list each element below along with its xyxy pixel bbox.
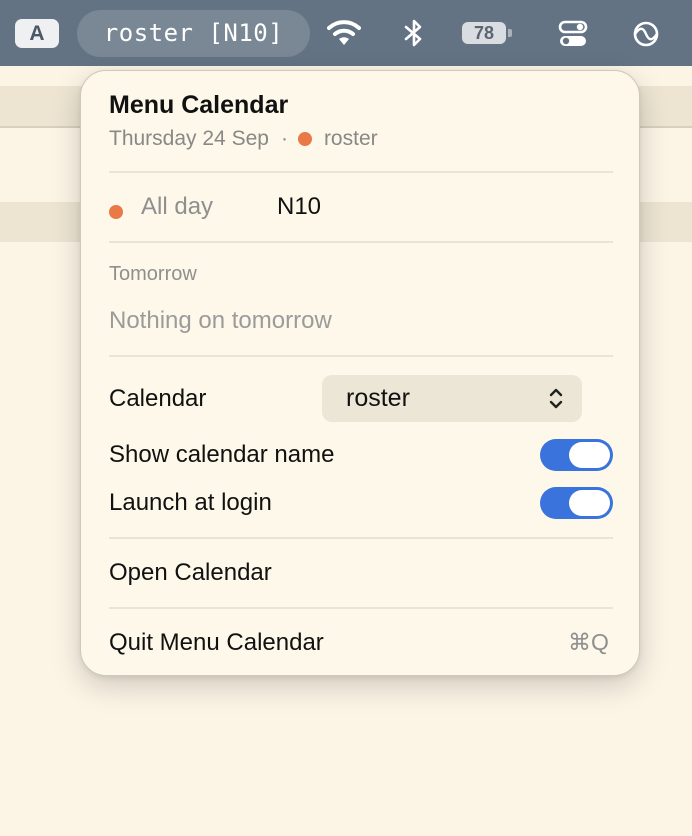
- show-calendar-name-label: Show calendar name: [109, 441, 335, 468]
- tomorrow-heading: Tomorrow: [109, 263, 197, 285]
- sync-icon[interactable]: [631, 19, 661, 54]
- current-date: Thursday 24 Sep: [109, 127, 269, 150]
- calendar-select[interactable]: roster: [322, 375, 582, 422]
- calendar-label: Calendar: [109, 385, 207, 412]
- chevron-up-down-icon: [548, 386, 564, 416]
- divider: [109, 171, 613, 173]
- event-color-dot: [109, 205, 123, 219]
- wifi-icon[interactable]: [327, 18, 361, 53]
- control-center-icon[interactable]: [558, 20, 588, 53]
- tomorrow-empty-text: Nothing on tomorrow: [109, 307, 332, 334]
- divider: [109, 537, 613, 539]
- divider: [109, 355, 613, 357]
- calendar-name: roster: [323, 127, 378, 150]
- battery-level: 78: [473, 23, 495, 43]
- roster-status-item[interactable]: roster [N10]: [77, 10, 310, 57]
- quit-menu-item[interactable]: Quit Menu Calendar: [109, 629, 324, 657]
- menu-calendar-popover: Menu Calendar Thursday 24 Sep · roster A…: [80, 70, 640, 676]
- popover-subtitle: Thursday 24 Sep · roster: [109, 127, 378, 151]
- quit-shortcut: ⌘Q: [568, 629, 609, 655]
- divider: [109, 241, 613, 243]
- show-calendar-name-toggle[interactable]: [540, 439, 613, 471]
- event-title[interactable]: N10: [277, 193, 321, 221]
- launch-at-login-toggle[interactable]: [540, 487, 613, 519]
- event-time: All day: [141, 193, 214, 220]
- input-source-badge[interactable]: A: [15, 19, 59, 48]
- calendar-color-dot: [297, 132, 312, 146]
- open-calendar-item[interactable]: Open Calendar: [109, 559, 272, 587]
- popover-title: Menu Calendar: [109, 91, 289, 119]
- divider: [109, 607, 613, 609]
- calendar-select-value: roster: [346, 384, 410, 412]
- launch-at-login-label: Launch at login: [109, 489, 272, 516]
- bluetooth-icon[interactable]: [401, 18, 427, 53]
- subtitle-separator: ·: [280, 127, 288, 150]
- menu-bar: A roster [N10] 78: [0, 0, 692, 66]
